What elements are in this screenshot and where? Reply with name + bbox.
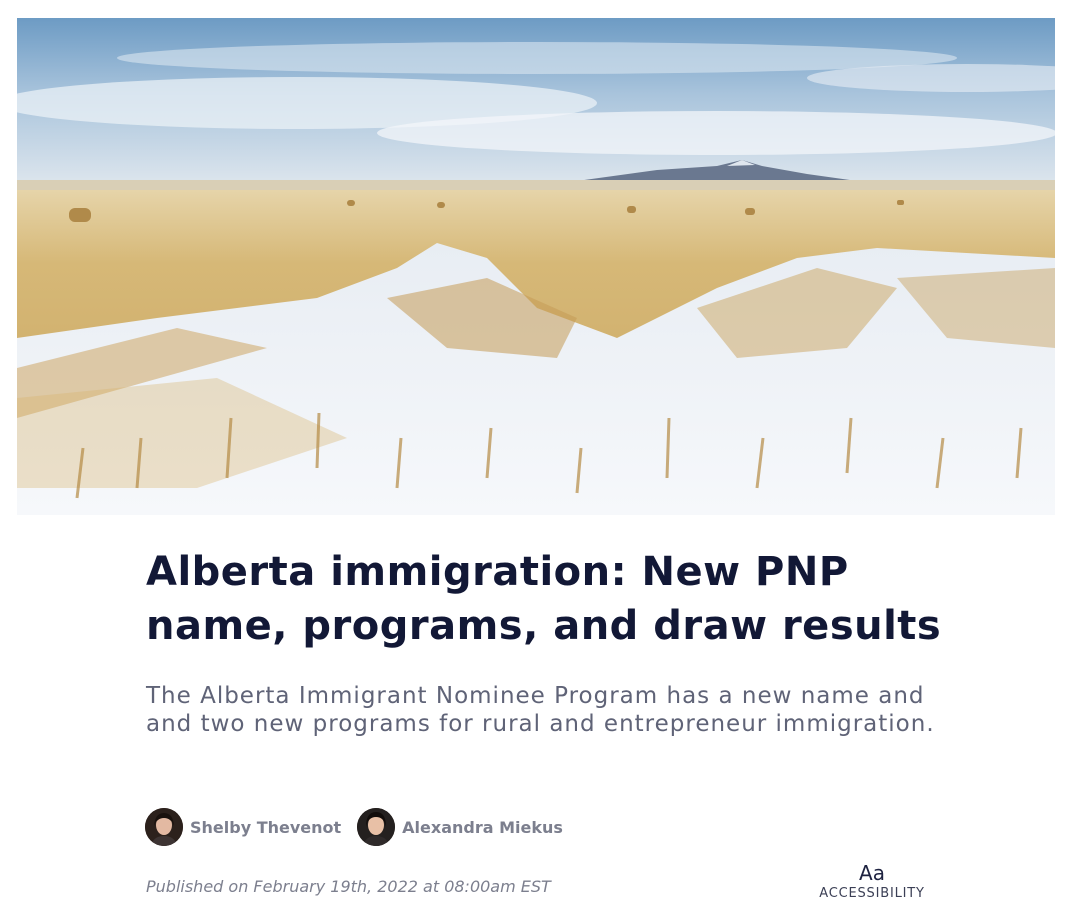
article-title: Alberta immigration: New PNP name, progr… <box>146 549 942 649</box>
text-size-icon: Aa <box>859 861 885 885</box>
author-name: Alexandra Miekus <box>402 817 563 837</box>
accessibility-button[interactable]: Aa ACCESSIBILITY <box>812 860 932 902</box>
hero-image <box>17 18 1055 515</box>
article-subtitle: The Alberta Immigrant Nominee Program ha… <box>146 683 935 737</box>
author-name: Shelby Thevenot <box>190 817 342 837</box>
publish-date: Published on February 19th, 2022 at 08:0… <box>146 877 551 896</box>
accessibility-label: ACCESSIBILITY <box>819 886 925 901</box>
author-link[interactable]: Shelby Thevenot <box>145 808 341 846</box>
author-avatar-icon <box>357 808 396 846</box>
author-link[interactable]: Alexandra Miekus <box>357 808 563 846</box>
author-list: Shelby Thevenot Alexandra Miekus <box>145 808 579 846</box>
author-avatar-icon <box>145 808 183 846</box>
landscape-photo <box>17 18 1055 515</box>
